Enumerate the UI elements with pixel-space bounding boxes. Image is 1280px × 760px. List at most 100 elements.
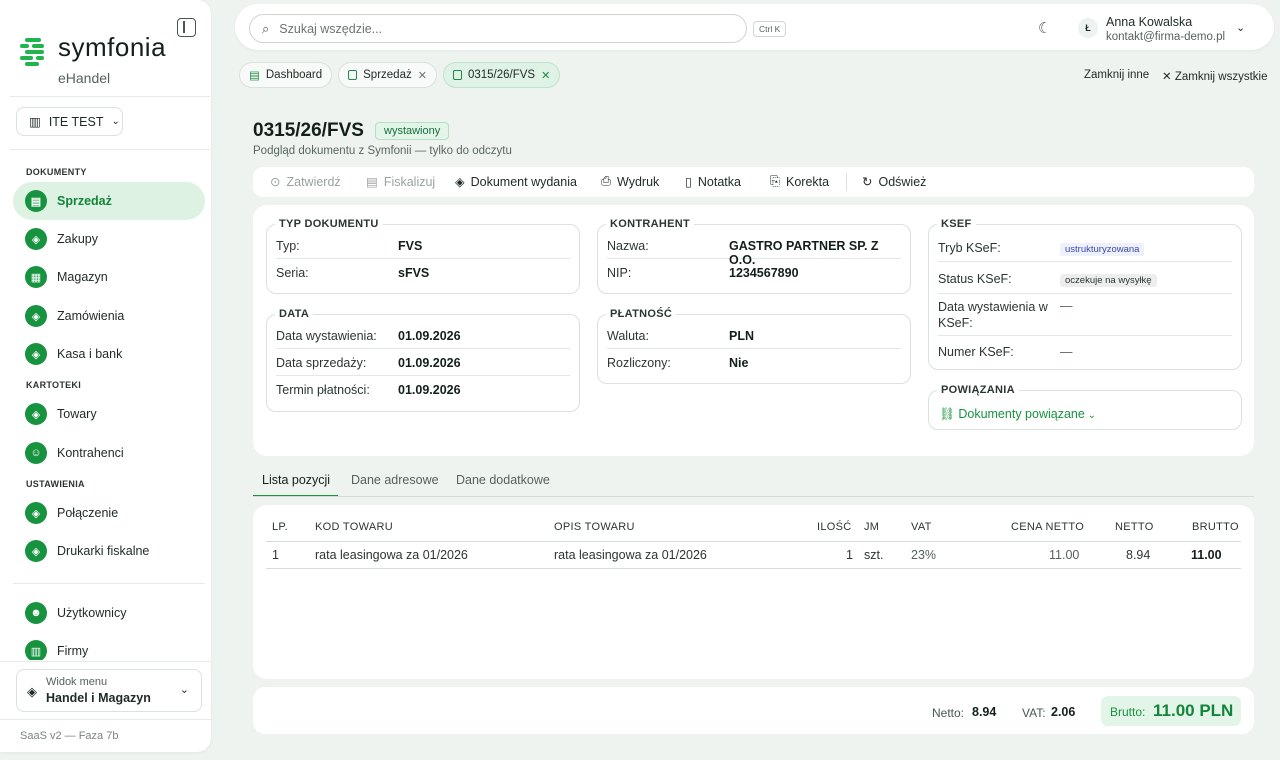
gross-total-box: Brutto: 11.00 PLN [1101, 696, 1241, 726]
tab-invoice[interactable]: 0315/26/FVS ✕ [442, 62, 561, 88]
tab-dashboard[interactable]: ▤ Dashboard [239, 62, 333, 88]
column-header-net-price: CENA NETTO [1011, 521, 1085, 533]
print-button[interactable]: ⎙ Wydruk [601, 174, 659, 189]
refresh-button[interactable]: ↻ Odśwież [862, 174, 927, 190]
search-shortcut: Ctrl K [753, 21, 787, 37]
tab-address-data[interactable]: Dane adresowe [351, 473, 439, 487]
field-value: — [1060, 299, 1073, 313]
company-name: ITE TEST [48, 114, 104, 129]
sidebar-item-connection[interactable]: ◈ Połączenie [13, 494, 205, 532]
ksef-group: KSEF Tryb KSeF: ustrukturyzowana Status K… [928, 218, 1242, 370]
refresh-label: Odśwież [878, 174, 927, 189]
sidebar-item-users[interactable]: ☻ Użytkownicy [13, 594, 205, 632]
contractor-legend: KONTRAHENT [610, 218, 690, 230]
collapse-sidebar-icon[interactable] [177, 18, 196, 37]
dashboard-icon: ▤ [249, 70, 260, 82]
fiscalize-button[interactable]: ▤ Fiskalizuj [366, 174, 435, 190]
field-value: 01.09.2026 [398, 383, 461, 397]
sidebar-item-label: Towary [57, 407, 97, 421]
nav-section-settings: USTAWIENIA [26, 479, 85, 489]
field-label: Data wystawienia: [276, 329, 377, 343]
search-icon: ⌕ [262, 20, 270, 36]
refresh-icon: ↻ [862, 175, 873, 189]
cell-lp: 1 [272, 548, 279, 562]
vat-total-label: VAT: [1022, 706, 1046, 720]
receipt-icon: ▤ [366, 175, 378, 189]
dates-group: DATA Data wystawienia: 01.09.2026 Data sp… [266, 308, 580, 412]
field-row: Termin płatności: 01.09.2026 [276, 376, 570, 403]
user-email: kontakt@firma-demo.pl [1106, 31, 1226, 43]
doc-type-legend: TYP DOKUMENTU [279, 218, 379, 230]
column-header-code: KOD TOWARU [315, 521, 393, 533]
menu-view-selector[interactable]: ◈ Widok menu Handel i Magazyn ⌄ [16, 669, 202, 712]
sidebar-item-fiscal-printers[interactable]: ◈ Drukarki fiskalne [13, 532, 205, 570]
correction-button[interactable]: ⎘ Korekta [770, 174, 829, 189]
relations-group: POWIĄZANIA ⛓ Dokumenty powiązane ⌄ [928, 384, 1242, 430]
search-box[interactable]: ⌕ [249, 14, 747, 43]
field-label: Typ: [276, 239, 300, 253]
link-icon: ⛓ [939, 407, 959, 421]
field-label: Termin płatności: [276, 383, 370, 397]
page-subtitle: Podgląd dokumentu z Symfonii — tylko do … [253, 145, 512, 157]
field-row: Tryb KSeF: ustrukturyzowana [938, 232, 1232, 262]
column-header-net: NETTO [1115, 521, 1154, 533]
sidebar-item-purchases[interactable]: ◈ Zakupy [13, 220, 205, 258]
sidebar-item-companies[interactable]: ▥ Firmy [13, 632, 205, 660]
related-documents-link[interactable]: ⛓ Dokumenty powiązane ⌄ [939, 407, 1096, 422]
symfonia-logo-icon [20, 38, 46, 66]
close-others-button[interactable]: Zamknij inne [1084, 69, 1149, 81]
close-icon[interactable]: ✕ [541, 69, 550, 82]
document-toolbar: ⊙ Zatwierdź ▤ Fiskalizuj ◈ Dokument wydania… [253, 167, 1254, 197]
approve-label: Zatwierdź [286, 174, 341, 189]
nav-section-files: KARTOTEKI [26, 380, 82, 390]
field-label: Numer KSeF: [938, 345, 1014, 359]
field-value: FVS [398, 239, 423, 253]
nav-section-documents: DOKUMENTY [26, 167, 87, 177]
note-label: Notatka [697, 174, 741, 189]
sidebar-item-products[interactable]: ◈ Towary [13, 395, 205, 433]
box-icon: ◈ [27, 684, 37, 699]
release-document-label: Dokument wydania [470, 174, 577, 189]
logo-subtitle: eHandel [58, 70, 111, 86]
avatar[interactable]: Ł [1078, 18, 1098, 38]
field-row: Rozliczony: Nie [607, 349, 901, 376]
company-selector[interactable]: ▥ ITE TEST ⌄ [16, 107, 123, 136]
close-all-label: Zamknij wszystkie [1174, 71, 1268, 83]
dark-mode-icon[interactable]: ☾ [1038, 19, 1051, 37]
tab-additional-data[interactable]: Dane dodatkowe [456, 473, 550, 487]
sidebar-item-warehouse[interactable]: ▦ Magazyn [13, 258, 205, 296]
field-label: Seria: [276, 266, 309, 280]
sidebar-item-sales[interactable]: ▤ Sprzedaż [13, 182, 205, 220]
note-button[interactable]: ▯ Notatka [685, 174, 741, 190]
sidebar-item-orders[interactable]: ◈ Zamówienia [13, 297, 205, 335]
net-total-label: Netto: [932, 706, 965, 720]
correction-label: Korekta [786, 174, 830, 189]
box-icon: ◈ [25, 305, 47, 327]
net-total-value: 8.94 [972, 705, 997, 719]
sidebar-item-label: Zakupy [57, 232, 98, 246]
user-name[interactable]: Anna Kowalska [1106, 15, 1192, 29]
field-row: Seria: sFVS [276, 259, 570, 286]
cell-gross: 11.00 [1191, 548, 1222, 562]
release-document-button[interactable]: ◈ Dokument wydania [455, 174, 577, 190]
sidebar-item-cash-bank[interactable]: ◈ Kasa i bank [13, 335, 205, 373]
tab-item-list[interactable]: Lista pozycji [262, 473, 330, 487]
gross-total-value: 11.00 PLN [1153, 701, 1234, 720]
cell-unit: szt. [864, 548, 884, 562]
payment-legend: PŁATNOŚĆ [610, 308, 673, 320]
ksef-mode-badge: ustrukturyzowana [1060, 243, 1145, 256]
sidebar-item-contractors[interactable]: ☺ Kontrahenci [13, 434, 205, 472]
field-value: PLN [729, 329, 754, 343]
close-all-button[interactable]: ✕ Zamknij wszystkie [1162, 69, 1268, 83]
check-circle-icon: ⊙ [270, 175, 281, 189]
cell-net: 8.94 [1126, 548, 1151, 562]
approve-button[interactable]: ⊙ Zatwierdź [270, 174, 341, 190]
close-icon[interactable]: ✕ [418, 69, 427, 82]
chevron-down-icon[interactable]: ⌄ [1236, 21, 1245, 34]
warehouse-icon: ▦ [25, 266, 47, 288]
column-header-lp: LP. [272, 521, 288, 533]
items-table: LP. KOD TOWARU OPIS TOWARU ILOŚĆ JM VAT … [253, 505, 1254, 679]
sidebar-item-label: Zamówienia [57, 309, 125, 323]
search-input[interactable] [279, 21, 710, 36]
tab-sales[interactable]: Sprzedaż ✕ [338, 62, 437, 88]
